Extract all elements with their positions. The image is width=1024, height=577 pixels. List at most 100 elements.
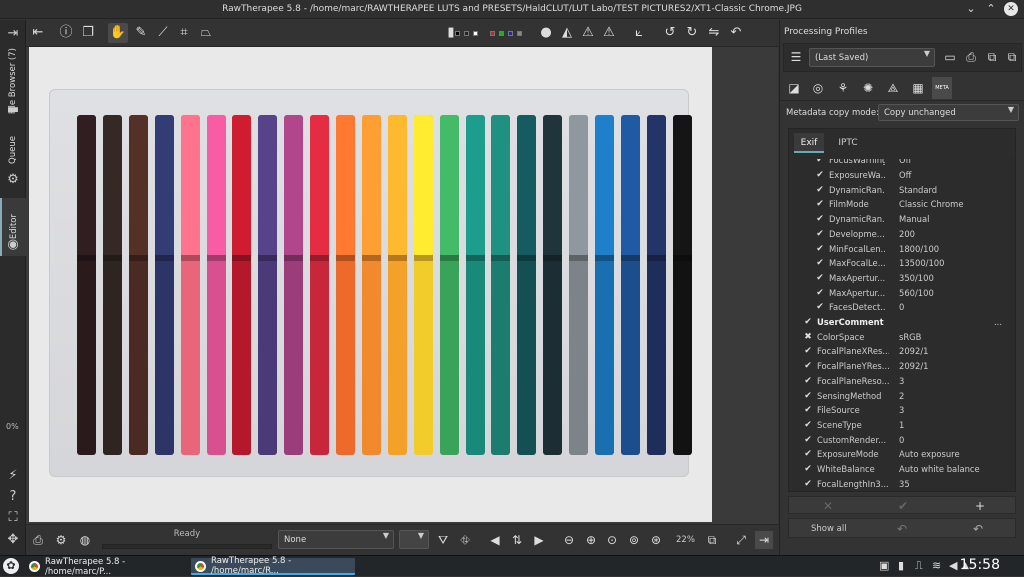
zoom-fit-crop-icon[interactable]: ⊚ — [625, 531, 643, 549]
transform-tab-icon[interactable]: ⟁ — [883, 77, 903, 99]
rotate-left-icon[interactable]: ↺ — [660, 23, 680, 43]
checkmark-icon[interactable]: ✔ — [803, 346, 813, 356]
straighten-icon[interactable]: ⟋ — [153, 23, 173, 43]
exif-row[interactable]: ✔ FocalPlaneReso... 3 — [789, 374, 1009, 389]
tab-iptc[interactable]: IPTC — [831, 133, 865, 153]
detail-tab-icon[interactable]: ◎ — [808, 77, 828, 99]
profile-select[interactable]: (Last Saved) ▼ — [809, 48, 935, 67]
info-icon[interactable]: ⓘ — [56, 23, 76, 43]
remove-icon[interactable]: ✕ — [819, 497, 837, 515]
profile-list-icon[interactable]: ☰ — [787, 48, 805, 66]
exif-row[interactable]: ✔ FocusWarning Off — [789, 159, 1009, 168]
exif-row[interactable]: ✔ SensingMethod 2 — [789, 388, 1009, 403]
focus-mask-icon[interactable]: ● — [536, 23, 556, 43]
exif-row[interactable]: ✔ WhiteBalance Auto white balance — [789, 462, 1009, 477]
zoom-in-icon[interactable]: ⊕ — [582, 531, 600, 549]
checkmark-icon[interactable]: ✔ — [803, 317, 813, 327]
new-detail-window-icon[interactable]: ⧉ — [703, 531, 721, 549]
minimize-icon[interactable]: ⌄ — [964, 2, 978, 16]
checkmark-icon[interactable]: ✔ — [815, 159, 825, 165]
warning-shadows-icon[interactable]: ⚠ — [578, 23, 598, 43]
raw-tab-icon[interactable]: ▦ — [908, 77, 928, 99]
exif-row[interactable]: ✔ UserComment... — [789, 315, 1009, 330]
checkmark-icon[interactable]: ✔ — [803, 479, 813, 489]
exif-row[interactable]: ✔ FocalPlaneXRes... 2092/1 — [789, 344, 1009, 359]
exif-row[interactable]: ✔ SceneType 1 — [789, 418, 1009, 433]
zoom-100-icon[interactable]: ⊛ — [647, 531, 665, 549]
apply-icon[interactable]: ✔ — [894, 497, 912, 515]
checkmark-icon[interactable]: ✔ — [815, 273, 825, 283]
hide-left-panel-icon[interactable]: ⇤ — [28, 23, 48, 43]
exif-row[interactable]: ✔ DynamicRan... Standard — [789, 182, 1009, 197]
checkmark-icon[interactable]: ✔ — [803, 449, 813, 459]
metadata-tab-icon[interactable]: META — [932, 77, 952, 99]
tab-queue[interactable]: Queue — [0, 130, 26, 170]
close-icon[interactable]: ✕ — [1004, 2, 1018, 16]
checkmark-icon[interactable]: ✔ — [815, 258, 825, 268]
exif-row[interactable]: ✔ FocalPlaneYRes... 2092/1 — [789, 359, 1009, 374]
fullscreen-icon[interactable]: ⤢ — [732, 531, 750, 549]
help-icon[interactable]: ? — [5, 489, 21, 505]
wand-icon[interactable]: ⚡ — [5, 468, 21, 484]
taskbar-item[interactable]: RawTherapee 5.8 - /home/marc/P... — [25, 557, 187, 577]
copy-profile-icon[interactable]: ⧉ — [983, 48, 1001, 66]
show-all-button[interactable]: Show all — [811, 524, 847, 534]
checkmark-icon[interactable]: ✔ — [803, 420, 813, 430]
exif-row[interactable]: ✔ DynamicRan... Manual — [789, 212, 1009, 227]
wifi-icon[interactable]: ≋ — [932, 559, 941, 572]
paste-profile-icon[interactable]: ⧉ — [1003, 48, 1021, 66]
exif-row[interactable]: ✔ FocalLengthIn3... 35 — [789, 476, 1009, 489]
exif-row[interactable]: ✔ ExposureWa... Off — [789, 168, 1009, 183]
checkmark-icon[interactable]: ✔ — [815, 244, 825, 254]
advanced-tab-icon[interactable]: ✺ — [858, 77, 878, 99]
histogram-icon[interactable]: ⟀ — [629, 23, 649, 43]
queue-add-icon[interactable]: ⚙ — [52, 531, 70, 549]
rotate-right-icon[interactable]: ↻ — [682, 23, 702, 43]
white-balance-picker-icon[interactable]: ✎ — [131, 23, 151, 43]
image-preview-area[interactable] — [26, 47, 778, 524]
exif-row[interactable]: ✔ MaxFocalLe... 13500/100 — [789, 256, 1009, 271]
before-after-icon[interactable]: ❐ — [78, 23, 98, 43]
exif-row[interactable]: ✔ ExposureMode Auto exposure — [789, 447, 1009, 462]
checkmark-icon[interactable]: ✔ — [803, 361, 813, 371]
exif-row[interactable]: ✔ MinFocalLen... 1800/100 — [789, 241, 1009, 256]
checkmark-icon[interactable]: ✔ — [815, 288, 825, 298]
usb-icon[interactable]: ⎍ — [915, 559, 923, 573]
checkmark-icon[interactable]: ✔ — [815, 214, 825, 224]
exif-row[interactable]: ✖ ColorSpace sRGB — [789, 329, 1009, 344]
soft-proof-icon[interactable]: ⛗ — [456, 531, 474, 549]
checkmark-icon[interactable]: ✔ — [803, 435, 813, 445]
taskbar-item-active[interactable]: RawTherapee 5.8 - /home/marc/R... — [191, 556, 355, 576]
exposure-tab-icon[interactable]: ◪ — [784, 77, 804, 99]
checkmark-icon[interactable]: ✔ — [815, 229, 825, 239]
warning-highlights-icon[interactable]: ⚠ — [599, 23, 619, 43]
checkmark-icon[interactable]: ✔ — [815, 199, 825, 209]
reset-icon[interactable]: ↶ — [893, 520, 911, 538]
reset-all-icon[interactable]: ↶ — [969, 520, 987, 538]
device-icon[interactable]: ▮ — [898, 559, 904, 572]
zoom-out-icon[interactable]: ⊖ — [560, 531, 578, 549]
zoom-fit-icon[interactable]: ⊙ — [603, 531, 621, 549]
checkmark-icon[interactable]: ✔ — [815, 302, 825, 312]
panel-toggle-icon[interactable]: ⇥ — [5, 26, 21, 42]
volume-icon[interactable]: ◀ — [949, 559, 957, 572]
next-image-icon[interactable]: ▶ — [530, 531, 548, 549]
gamut-check-icon[interactable]: ⛛ — [434, 531, 452, 549]
exif-row[interactable]: ✔ CustomRender... 0 — [789, 432, 1009, 447]
exif-row[interactable]: ✔ FilmMode Classic Chrome — [789, 197, 1009, 212]
checkmark-icon[interactable]: ✔ — [815, 170, 825, 180]
output-profile-select[interactable]: None ▼ — [278, 530, 394, 549]
exif-scrollbar[interactable] — [1009, 159, 1015, 489]
exif-row[interactable]: ✔ MaxApertur... 350/100 — [789, 271, 1009, 286]
checkmark-icon[interactable]: ✔ — [815, 185, 825, 195]
exif-row[interactable]: ✔ FileSource 3 — [789, 403, 1009, 418]
save-profile-icon[interactable]: ⎙ — [962, 48, 980, 66]
external-editor-icon[interactable]: ◍ — [76, 531, 94, 549]
color-tab-icon[interactable]: ⚘ — [833, 77, 853, 99]
metadata-copy-mode-select[interactable]: Copy unchanged ▼ — [878, 104, 1019, 121]
crop-icon[interactable]: ⌗ — [174, 23, 194, 43]
cross-icon[interactable]: ✖ — [803, 332, 813, 342]
flip-vertical-icon[interactable]: ↶ — [726, 23, 746, 43]
tab-exif[interactable]: Exif — [794, 133, 824, 153]
app-launcher-icon[interactable]: ✿ — [3, 558, 19, 574]
